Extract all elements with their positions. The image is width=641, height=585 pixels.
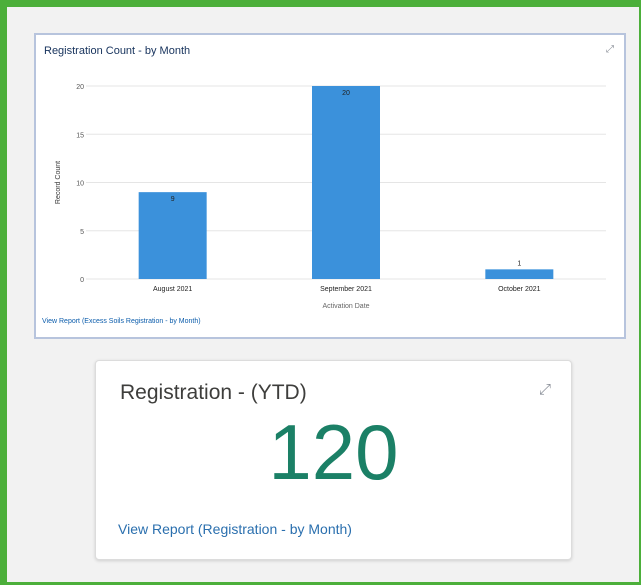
view-report-link[interactable]: View Report (Registration - by Month) — [118, 521, 352, 537]
data-label: 9 — [171, 196, 175, 203]
y-axis-label: Record Count — [55, 161, 62, 204]
x-axis-label: Activation Date — [322, 303, 369, 310]
dashboard-frame: Registration Count - by Month ⤢ 0 5 10 15 20… — [0, 0, 641, 585]
bar-chart: 0 5 10 15 20 Record Count 9 August 2021 20 Septem… — [55, 84, 606, 310]
expand-icon[interactable]: ⤢ — [539, 381, 551, 398]
x-tick-label: October 2021 — [498, 286, 541, 293]
x-tick-label: August 2021 — [153, 286, 192, 293]
kpi-title: Registration - (YTD) — [120, 381, 307, 404]
bar — [138, 192, 207, 279]
registration-chart-card: Registration Count - by Month ⤢ 0 5 10 15 20… — [34, 33, 626, 339]
data-label: 1 — [517, 260, 521, 267]
bar — [485, 269, 554, 279]
y-tick-label: 10 — [76, 181, 84, 188]
y-tick-label: 0 — [80, 277, 84, 284]
y-tick-label: 15 — [76, 132, 84, 139]
y-tick-label: 5 — [80, 229, 84, 236]
registration-ytd-card: Registration - (YTD) ⤢ 120 View Report (… — [95, 360, 572, 560]
bar — [312, 86, 380, 279]
y-tick-label: 20 — [76, 84, 84, 91]
view-report-link[interactable]: View Report (Excess Soils Registration -… — [42, 318, 201, 325]
x-tick-label: September 2021 — [320, 286, 372, 293]
kpi-value: 120 — [268, 408, 399, 496]
data-label: 20 — [342, 90, 350, 97]
